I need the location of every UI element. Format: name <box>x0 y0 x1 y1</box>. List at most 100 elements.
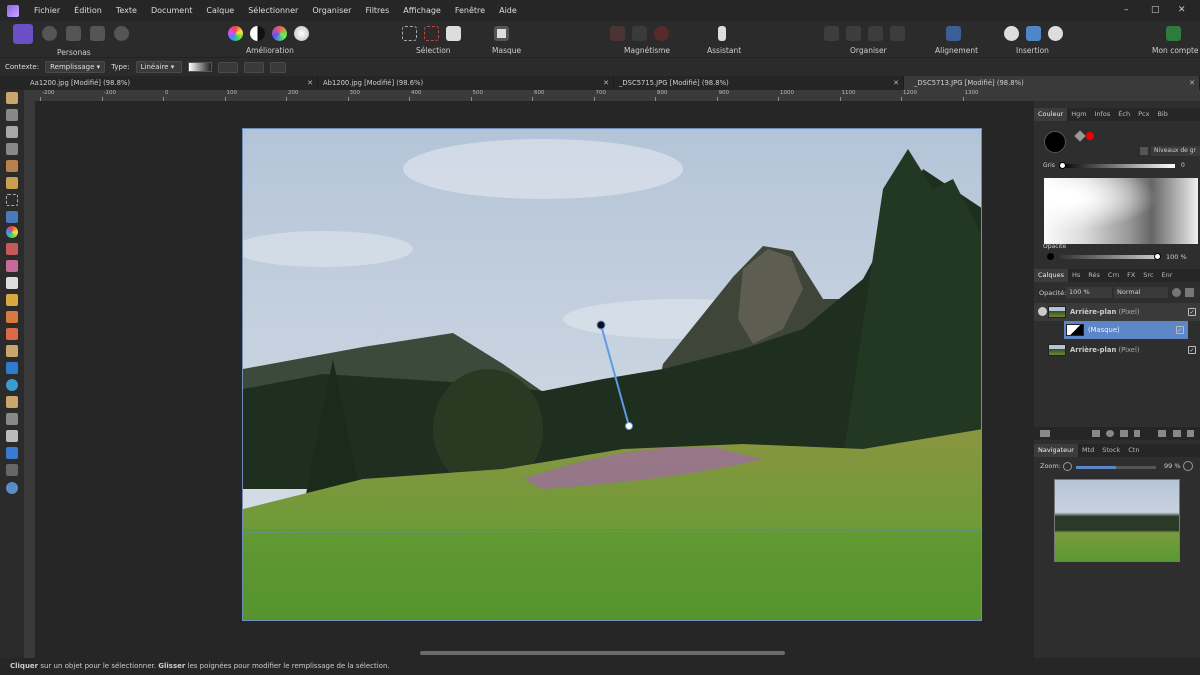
auto-contrast-icon[interactable] <box>250 26 265 41</box>
flood-select-tool-icon[interactable] <box>6 177 18 189</box>
restore-button[interactable]: □ <box>1151 0 1160 20</box>
close-tab-icon[interactable]: ✕ <box>1189 76 1195 90</box>
menu-fenetre[interactable]: Fenêtre <box>448 0 492 21</box>
invert-selection-icon[interactable] <box>446 26 461 41</box>
menu-fichier[interactable]: Fichier <box>27 0 67 21</box>
smudge-tool-icon[interactable] <box>6 362 18 374</box>
eyedropper-icon[interactable] <box>1074 130 1086 142</box>
flood-fill-tool-icon[interactable] <box>6 211 18 223</box>
menu-organiser[interactable]: Organiser <box>305 0 358 21</box>
tab-bib[interactable]: Bib <box>1153 108 1171 121</box>
zoom-slider-track[interactable] <box>1076 466 1156 469</box>
add-layer-icon[interactable] <box>1173 430 1181 437</box>
gradient-tool-icon[interactable] <box>6 226 18 238</box>
type-select[interactable]: Linéaire ▾ <box>135 61 182 73</box>
reverse-gradient-icon[interactable] <box>217 61 238 73</box>
dodge-tool-icon[interactable] <box>6 294 18 306</box>
mask-layer-row[interactable]: (Masque) ✓ <box>1064 321 1188 339</box>
opacite-slider[interactable] <box>1060 255 1159 259</box>
hand-tool-icon[interactable] <box>6 92 18 104</box>
mask-visibility-checkbox[interactable]: ✓ <box>1176 326 1184 334</box>
live-filter-icon[interactable] <box>1134 430 1140 437</box>
layer-row[interactable]: Arrière-plan (Pixel) ✓ <box>1034 341 1200 359</box>
close-tab-icon[interactable]: ✕ <box>893 76 899 90</box>
red-eye-tool-icon[interactable] <box>6 345 18 357</box>
paint-brush-tool-icon[interactable] <box>6 243 18 255</box>
aspect-gradient-icon[interactable] <box>269 61 286 73</box>
tab-src[interactable]: Src <box>1139 269 1157 282</box>
horizontal-scrollbar[interactable] <box>420 651 785 655</box>
insert-inside-icon[interactable] <box>1004 26 1019 41</box>
layer-stack-icon[interactable] <box>1040 430 1050 437</box>
color-replacement-tool-icon[interactable] <box>6 260 18 272</box>
tab-hgm[interactable]: Hgm <box>1067 108 1090 121</box>
tab-calques[interactable]: Calques <box>1034 269 1068 282</box>
minimize-button[interactable]: – <box>1124 0 1129 20</box>
snapping-options-icon[interactable] <box>632 26 647 41</box>
insert-behind-icon[interactable] <box>1026 26 1041 41</box>
insert-top-icon[interactable] <box>1048 26 1063 41</box>
add-mask-icon[interactable] <box>1092 430 1100 437</box>
document-canvas[interactable] <box>242 128 982 621</box>
menu-edition[interactable]: Édition <box>67 0 109 21</box>
tab-res[interactable]: Rés <box>1084 269 1104 282</box>
gris-slider-handle[interactable] <box>1059 162 1066 169</box>
menu-selectionner[interactable]: Sélectionner <box>241 0 305 21</box>
close-tab-icon[interactable]: ✕ <box>307 76 313 90</box>
tab-aa1200[interactable]: Aa1200.jpg [Modifié] (98.8%) ✕ <box>0 76 318 90</box>
mesh-warp-tool-icon[interactable] <box>6 464 18 476</box>
primary-color-swatch[interactable] <box>1044 131 1066 153</box>
tab-fx[interactable]: FX <box>1123 269 1139 282</box>
menu-texte[interactable]: Texte <box>109 0 144 21</box>
tab-enr[interactable]: Enr <box>1158 269 1177 282</box>
tab-dsc5713[interactable]: _DSC5713.JPG [Modifié] (98.8%) ✕ <box>904 76 1200 90</box>
add-adjustment-icon[interactable] <box>1106 430 1114 437</box>
fx-icon[interactable] <box>1120 430 1128 437</box>
rotate-gradient-icon[interactable] <box>243 61 264 73</box>
move-front-icon[interactable] <box>890 26 905 41</box>
tab-crn[interactable]: Crn <box>1104 269 1123 282</box>
account-icon[interactable] <box>1166 26 1181 41</box>
tab-ctn[interactable]: Ctn <box>1124 444 1143 457</box>
color-picker-tool-icon[interactable] <box>6 126 18 138</box>
develop-persona-icon[interactable] <box>66 26 81 41</box>
select-all-icon[interactable] <box>402 26 417 41</box>
layers-opacite-select[interactable]: 100 % <box>1066 287 1112 298</box>
move-forward-icon[interactable] <box>868 26 883 41</box>
menu-aide[interactable]: Aide <box>492 0 524 21</box>
align-icon[interactable] <box>946 26 961 41</box>
tab-stock[interactable]: Stock <box>1098 444 1124 457</box>
move-back-icon[interactable] <box>824 26 839 41</box>
close-window-button[interactable]: ✕ <box>1178 0 1186 20</box>
tab-hs[interactable]: Hs <box>1068 269 1084 282</box>
blend-mode-select[interactable]: Normal <box>1114 287 1168 298</box>
blur-tool-icon[interactable] <box>6 379 18 391</box>
shape-tool-icon[interactable] <box>6 447 18 459</box>
delete-layer-icon[interactable] <box>1187 430 1194 437</box>
layer-settings-icon[interactable] <box>1172 288 1181 297</box>
zoom-out-icon[interactable] <box>1063 462 1072 471</box>
add-group-icon[interactable] <box>1158 430 1166 437</box>
zoom-in-icon[interactable] <box>1183 461 1193 471</box>
liquify-persona-icon[interactable] <box>42 26 57 41</box>
layer-visibility-checkbox[interactable]: ✓ <box>1188 346 1196 354</box>
secondary-color-swatch[interactable] <box>1086 132 1094 140</box>
lock-icon[interactable] <box>1140 147 1148 155</box>
tab-ech[interactable]: Éch <box>1114 108 1134 121</box>
marquee-tool-icon[interactable] <box>6 194 18 206</box>
tone-mapping-persona-icon[interactable] <box>90 26 105 41</box>
layer-row[interactable]: Arrière-plan (Pixel) ✓ <box>1034 303 1200 321</box>
assistant-icon[interactable] <box>718 26 726 41</box>
tab-ab1200[interactable]: Ab1200.jpg [Modifié] (98.6%) ✕ <box>318 76 614 90</box>
healing-tool-icon[interactable] <box>6 328 18 340</box>
zoom-tool-icon[interactable] <box>6 482 18 494</box>
opacite-slider-handle[interactable] <box>1154 253 1161 260</box>
zoom-value[interactable]: 99 % <box>1164 462 1181 470</box>
tab-navigateur[interactable]: Navigateur <box>1034 444 1078 457</box>
pen-tool-icon[interactable] <box>6 396 18 408</box>
navigator-preview[interactable] <box>1054 479 1180 562</box>
move-backward-icon[interactable] <box>846 26 861 41</box>
tab-dsc5715[interactable]: _DSC5715.JPG [Modifié] (98.8%) ✕ <box>614 76 904 90</box>
move-tool-icon[interactable] <box>6 109 18 121</box>
tab-mtd[interactable]: Mtd <box>1078 444 1098 457</box>
